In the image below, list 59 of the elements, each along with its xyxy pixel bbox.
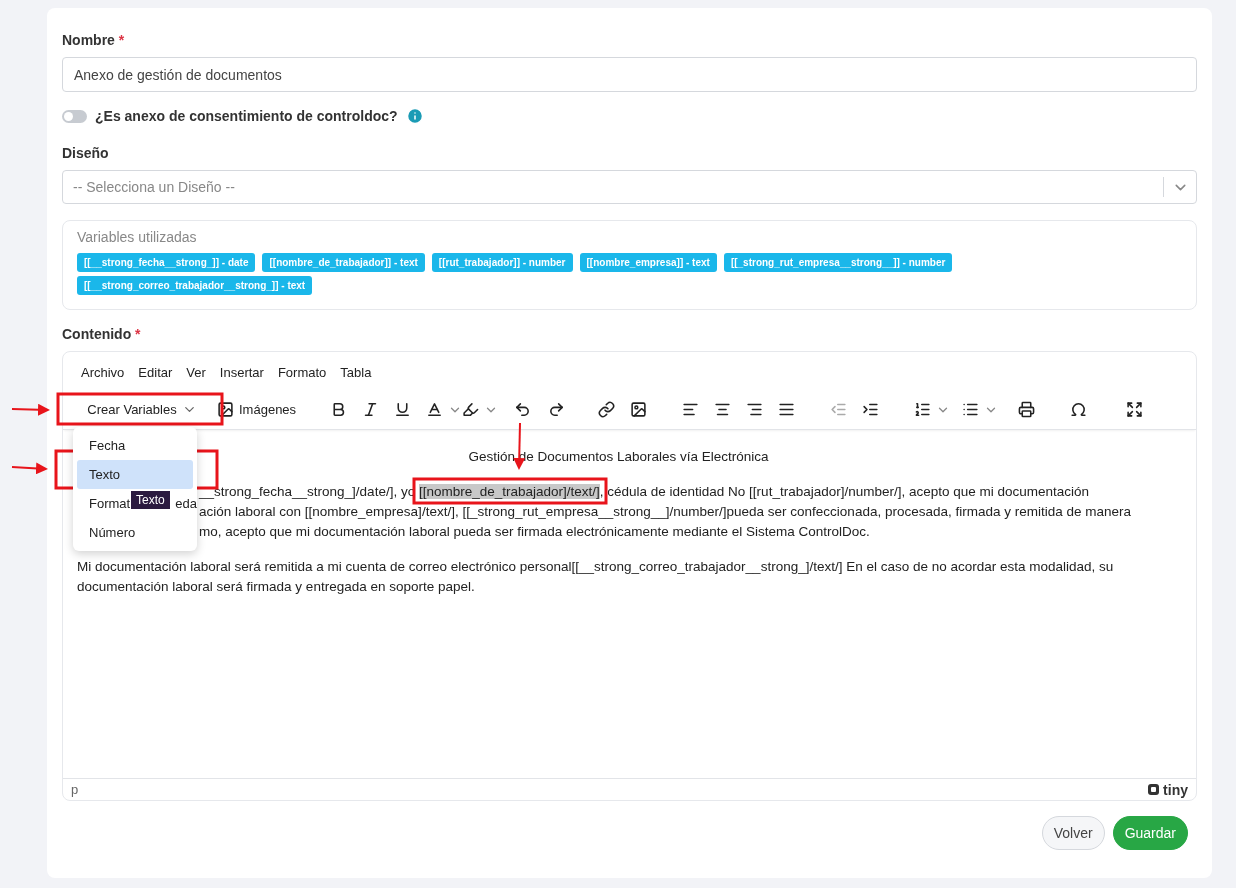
content-label: Contenido [62,326,132,342]
design-label: Diseño [62,145,110,161]
info-icon[interactable] [405,107,424,125]
align-right-icon [746,401,764,418]
images-button[interactable]: Imágenes [217,395,297,424]
toggle-label: ¿Es anexo de consentimiento de controldoc? [95,108,398,124]
required-mark: * [118,32,125,48]
logo-icon [1147,783,1161,796]
underline-icon [394,401,412,418]
align-left-icon [682,401,700,418]
redo-icon [548,401,566,418]
dropdown-item[interactable]: Fecha [77,431,193,460]
menu-item[interactable]: Tabla [340,365,372,390]
paragraph-line: ación laboral con [[nombre_empresa]/text/], [[_strong_rut_empresa__strong__]/number/]pueda ser confeccionada, procesada, firmada y remitida de manera [199,503,1132,521]
numbered-list-icon [914,401,932,418]
arrow [11,403,50,416]
dropdown-item-label[interactable]: eda [175,496,197,511]
paragraph: Mi documentación laboral será remitida a mi cuenta de correo electrónico personal[[__strong_correo_trabajador__strong_]/text/] En el caso de no acordar esta modalidad, su documentación laboral será firmada y entregada en soporte papel. [77,558,1115,596]
image-icon [217,401,234,418]
menu-item[interactable]: Ver [186,365,206,390]
image-icon [630,401,648,418]
back-button[interactable]: Volver [1041,816,1105,850]
dropdown-item[interactable]: Número [77,518,193,547]
variable-tag: [[nombre_empresa]] - text [579,253,717,272]
design-select[interactable]: -- Selecciona un Diseño -- [62,170,1197,204]
name-input[interactable]: Anexo de gestión de documentos [62,57,1197,92]
arrow [11,462,48,475]
omega-icon [1070,401,1088,418]
menu-item[interactable]: Insertar [219,365,264,390]
paragraph-line: mo, acepto que mi documentación laboral pueda ser firmada electrónicamente mediante el Sistema ControlDoc. [199,523,870,541]
align-center-icon [714,401,732,418]
text-color-icon [426,401,444,418]
menu-item[interactable]: Archivo [81,365,125,390]
variable-tag: [[__strong_fecha__strong_]] - date [77,253,256,272]
justify-icon [778,401,796,418]
menu-item[interactable]: Editar [138,365,173,390]
variable-tag: [[nombre_de_trabajador]] - text [262,253,425,272]
dropdown-item[interactable]: Texto [77,460,193,489]
link-icon [598,401,616,418]
bullet-list-icon [962,401,980,418]
variable-tag: [[rut_trabajador]] - number [431,253,573,272]
name-label: Nombre [62,32,115,48]
outdent-icon [830,401,848,418]
create-variables-button[interactable]: Crear Variables [81,395,203,424]
highlighter-icon [462,401,480,418]
required-mark: * [135,326,141,342]
tooltip: Texto [131,491,170,509]
menu-item[interactable]: Formato [277,365,327,390]
indent-icon [862,401,880,418]
variable-tag: [[_strong_rut_empresa__strong__]] - number [723,253,953,272]
variables-title: Variables utilizadas [77,229,198,245]
consent-toggle[interactable] [62,109,87,123]
print-icon [1018,401,1036,418]
undo-icon [514,401,532,418]
variable-tag: [[__strong_correo_trabajador__strong_]] - text [77,276,313,295]
fullscreen-icon [1126,401,1144,418]
dropdown-item-label[interactable]: Format [89,496,131,511]
element-path: p [71,782,79,797]
brand-logo: tiny [1147,781,1188,798]
